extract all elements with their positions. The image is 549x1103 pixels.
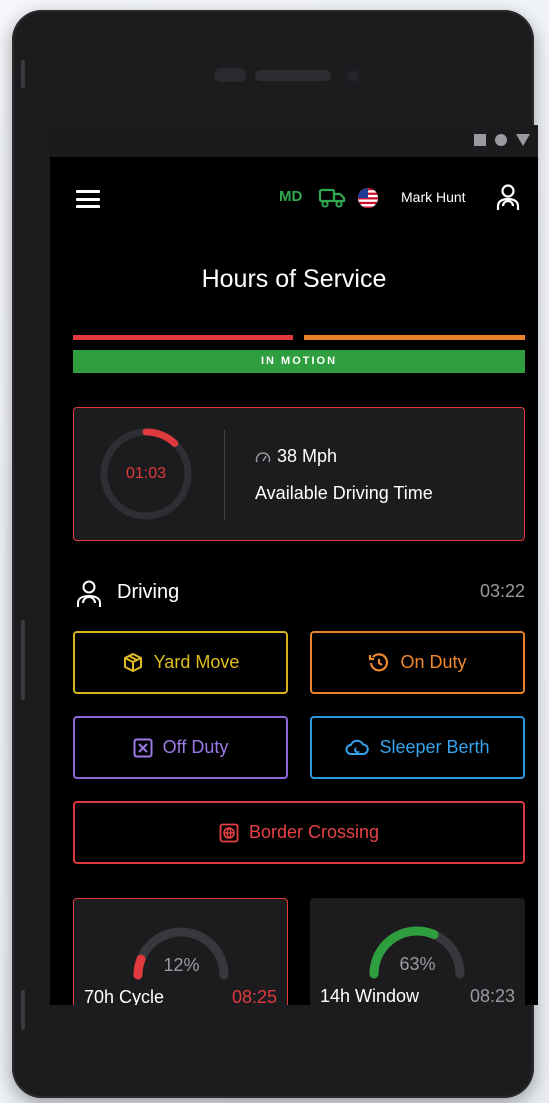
cycle-percent: 12% (163, 955, 200, 975)
sleeper-berth-button[interactable]: Sleeper Berth (310, 716, 525, 779)
sleeper-berth-label: Sleeper Berth (379, 737, 490, 757)
front-sensor (214, 68, 246, 82)
driving-timer-card: 01:03 38 Mph Available Driving Time (73, 407, 525, 541)
status-banner: IN MOTION (73, 350, 525, 373)
speed-value: 38 Mph (277, 446, 338, 466)
on-duty-button[interactable]: On Duty (310, 631, 525, 694)
side-button-top (21, 60, 25, 88)
progress-bar-driving (73, 335, 293, 340)
phone-frame: MD Mark Hunt Hours of Service IN MOTION (12, 10, 538, 1098)
yard-move-button[interactable]: Yard Move (73, 631, 288, 694)
home-icon (495, 134, 507, 146)
side-button-bottom (21, 990, 25, 1030)
border-crossing-button[interactable]: Border Crossing (73, 801, 525, 864)
current-status-time: 03:22 (479, 581, 525, 601)
user-name[interactable]: Mark Hunt (401, 189, 466, 205)
timer-remaining: 01:03 (125, 465, 167, 482)
us-flag-icon[interactable] (358, 188, 378, 208)
window-label: 14h Window (320, 986, 420, 1005)
package-icon (123, 652, 142, 672)
state-code: MD (279, 188, 303, 205)
system-status-bar (50, 125, 538, 157)
speed-row: 38 Mph (255, 446, 337, 467)
side-button-mid (21, 620, 25, 700)
cycle-stat-card[interactable]: 12% 70h Cycle 08:25 (73, 898, 288, 1005)
current-status-label: Driving (117, 581, 180, 603)
current-status-row: Driving 03:22 (73, 577, 525, 609)
speaker-grille (255, 70, 331, 81)
off-duty-button[interactable]: Off Duty (73, 716, 288, 779)
on-duty-label: On Duty (400, 652, 467, 672)
progress-bar-duty (304, 335, 525, 340)
window-time: 08:23 (469, 986, 515, 1005)
person-icon (77, 580, 101, 607)
page-title: Hours of Service (201, 265, 387, 293)
cycle-time: 08:25 (231, 987, 277, 1005)
clock-rotate-icon (369, 652, 389, 671)
cycle-label: 70h Cycle (84, 987, 165, 1005)
front-camera (344, 67, 362, 85)
user-icon[interactable] (494, 183, 522, 213)
speedometer-icon (255, 451, 271, 462)
recents-icon (474, 134, 486, 146)
off-duty-label: Off Duty (162, 737, 229, 757)
yard-move-label: Yard Move (153, 652, 240, 672)
window-stat-card[interactable]: 63% 14h Window 08:23 (310, 898, 525, 1005)
available-label: Available Driving Time (255, 483, 433, 503)
window-percent: 63% (399, 954, 436, 974)
globe-icon (219, 823, 239, 842)
cloud-moon-icon (345, 739, 370, 755)
app-screen: MD Mark Hunt Hours of Service IN MOTION (50, 125, 538, 1005)
truck-icon (318, 188, 346, 208)
card-divider (224, 430, 225, 520)
border-crossing-label: Border Crossing (248, 822, 380, 842)
hamburger-menu-icon[interactable] (76, 190, 100, 208)
x-box-icon (133, 738, 153, 757)
signal-icon (516, 134, 530, 146)
